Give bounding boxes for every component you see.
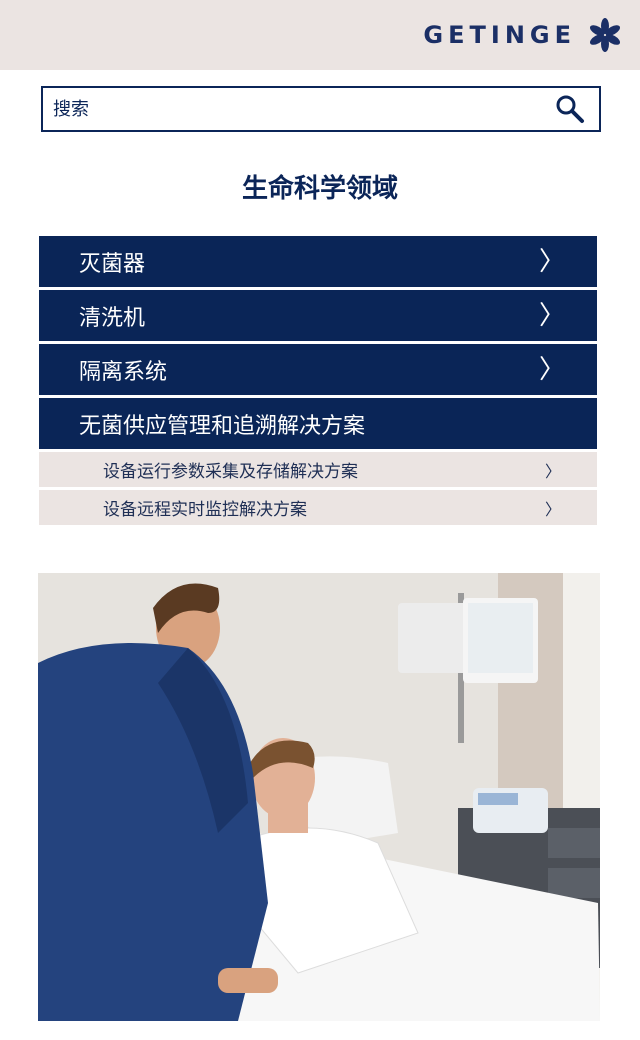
chevron-right-icon: 〉 <box>538 300 565 331</box>
chevron-right-icon: 〉 <box>544 499 561 519</box>
submenu-item-label: 设备远程实时监控解决方案 <box>103 500 307 520</box>
chevron-right-icon: 〉 <box>538 246 565 277</box>
search-icon <box>556 95 584 123</box>
menu-item-isolators[interactable]: 隔离系统 〉 <box>39 344 597 395</box>
menu-item-label: 无菌供应管理和追溯解决方案 <box>79 413 366 439</box>
chevron-right-icon: 〉 <box>544 461 561 481</box>
page-title: 生命科学领域 <box>241 174 398 204</box>
chevron-right-icon: 〉 <box>538 354 565 385</box>
menu-item-label: 清洗机 <box>79 305 146 331</box>
search-input[interactable] <box>53 88 533 130</box>
menu-item-label: 隔离系统 <box>79 359 168 385</box>
nurse-and-patient-image <box>38 573 600 1021</box>
getinge-logo[interactable]: GETINGE <box>423 18 622 52</box>
submenu-item-remote-monitoring[interactable]: 设备远程实时监控解决方案 〉 <box>39 490 597 525</box>
search-button[interactable] <box>555 94 589 124</box>
submenu-item-data-collection[interactable]: 设备运行参数采集及存储解决方案 〉 <box>39 452 597 487</box>
menu-item-sterilizers[interactable]: 灭菌器 〉 <box>39 236 597 287</box>
asterisk-logo-icon <box>589 18 621 52</box>
site-header: GETINGE <box>0 0 640 70</box>
submenu-item-label: 设备运行参数采集及存储解决方案 <box>103 462 358 482</box>
brand-name: GETINGE <box>423 21 576 49</box>
hospital-photo <box>38 573 600 1021</box>
search-box <box>41 86 601 132</box>
menu-item-label: 灭菌器 <box>79 251 146 277</box>
category-menu: 灭菌器 〉 清洗机 〉 隔离系统 〉 无菌供应管理和追溯解决方案 设备运行参数采… <box>39 236 597 528</box>
menu-item-sterile-supply[interactable]: 无菌供应管理和追溯解决方案 <box>39 398 597 449</box>
menu-item-washers[interactable]: 清洗机 〉 <box>39 290 597 341</box>
